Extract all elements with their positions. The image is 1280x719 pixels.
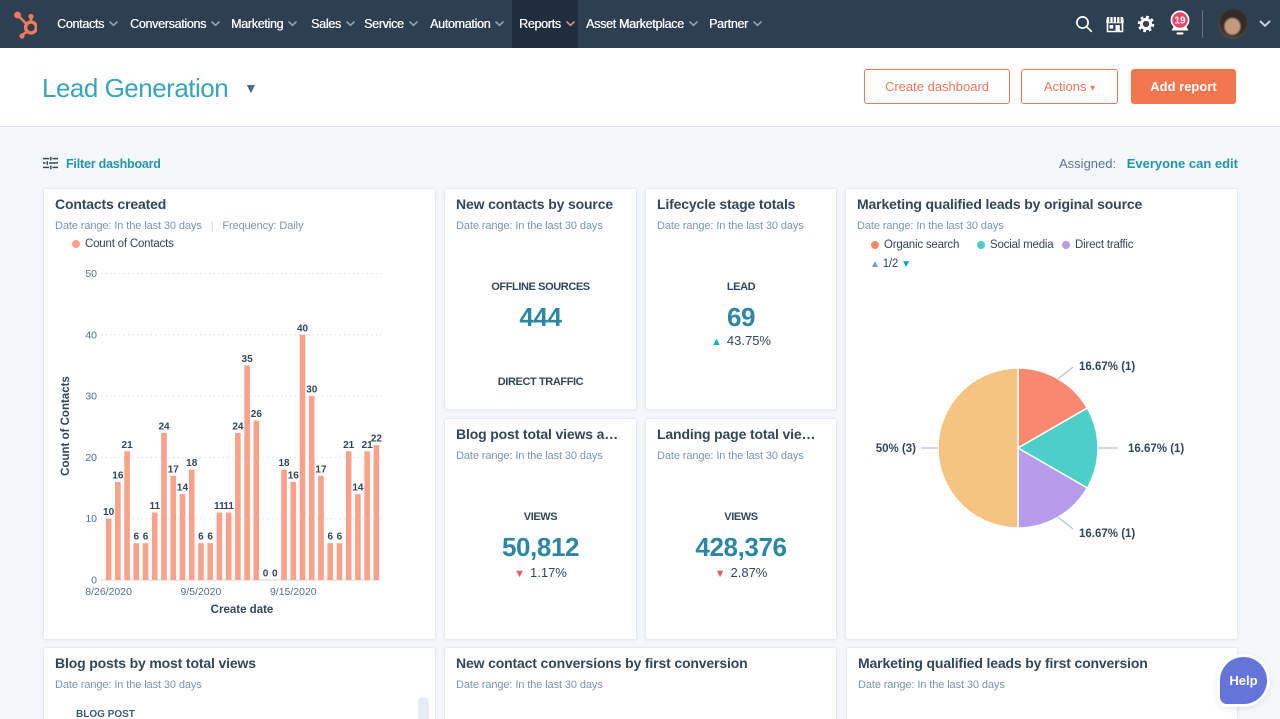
svg-text:6: 6: [327, 532, 333, 543]
svg-text:0: 0: [91, 575, 97, 587]
svg-text:Count of Contacts: Count of Contacts: [60, 376, 72, 476]
svg-text:30: 30: [306, 385, 318, 396]
svg-text:18: 18: [278, 458, 290, 469]
svg-text:14: 14: [177, 483, 189, 494]
svg-text:16.67% (1): 16.67% (1): [1128, 443, 1184, 455]
svg-text:30: 30: [85, 391, 97, 403]
svg-text:Create date: Create date: [211, 604, 274, 616]
svg-text:50: 50: [85, 268, 97, 280]
svg-text:17: 17: [168, 464, 180, 475]
svg-text:0: 0: [272, 569, 278, 580]
svg-text:21: 21: [343, 440, 355, 451]
svg-text:24: 24: [232, 421, 244, 432]
svg-text:11: 11: [223, 501, 234, 512]
svg-text:6: 6: [134, 532, 140, 543]
svg-text:11: 11: [149, 501, 160, 512]
svg-text:6: 6: [198, 532, 204, 543]
svg-text:14: 14: [352, 483, 364, 494]
svg-text:16: 16: [288, 470, 300, 481]
svg-text:6: 6: [207, 532, 213, 543]
svg-text:18: 18: [186, 458, 198, 469]
svg-text:19: 19: [1174, 16, 1186, 27]
svg-text:40: 40: [85, 329, 97, 341]
svg-text:21: 21: [122, 440, 134, 451]
svg-text:20: 20: [85, 452, 97, 464]
svg-text:0: 0: [263, 569, 269, 580]
svg-text:6: 6: [143, 532, 149, 543]
svg-text:9/15/2020: 9/15/2020: [270, 586, 317, 598]
svg-text:35: 35: [242, 354, 254, 365]
svg-text:9/5/2020: 9/5/2020: [180, 586, 221, 598]
svg-text:17: 17: [315, 464, 327, 475]
svg-text:16.67% (1): 16.67% (1): [1079, 361, 1135, 373]
svg-text:16: 16: [112, 470, 124, 481]
svg-text:10: 10: [85, 513, 97, 525]
svg-text:40: 40: [297, 323, 309, 334]
svg-text:16.67% (1): 16.67% (1): [1079, 528, 1135, 540]
svg-text:10: 10: [103, 507, 115, 518]
svg-text:26: 26: [251, 409, 263, 420]
svg-text:8/26/2020: 8/26/2020: [85, 586, 132, 598]
svg-text:6: 6: [337, 532, 343, 543]
svg-text:22: 22: [371, 434, 383, 445]
svg-text:24: 24: [158, 421, 170, 432]
svg-text:50% (3): 50% (3): [876, 443, 916, 455]
